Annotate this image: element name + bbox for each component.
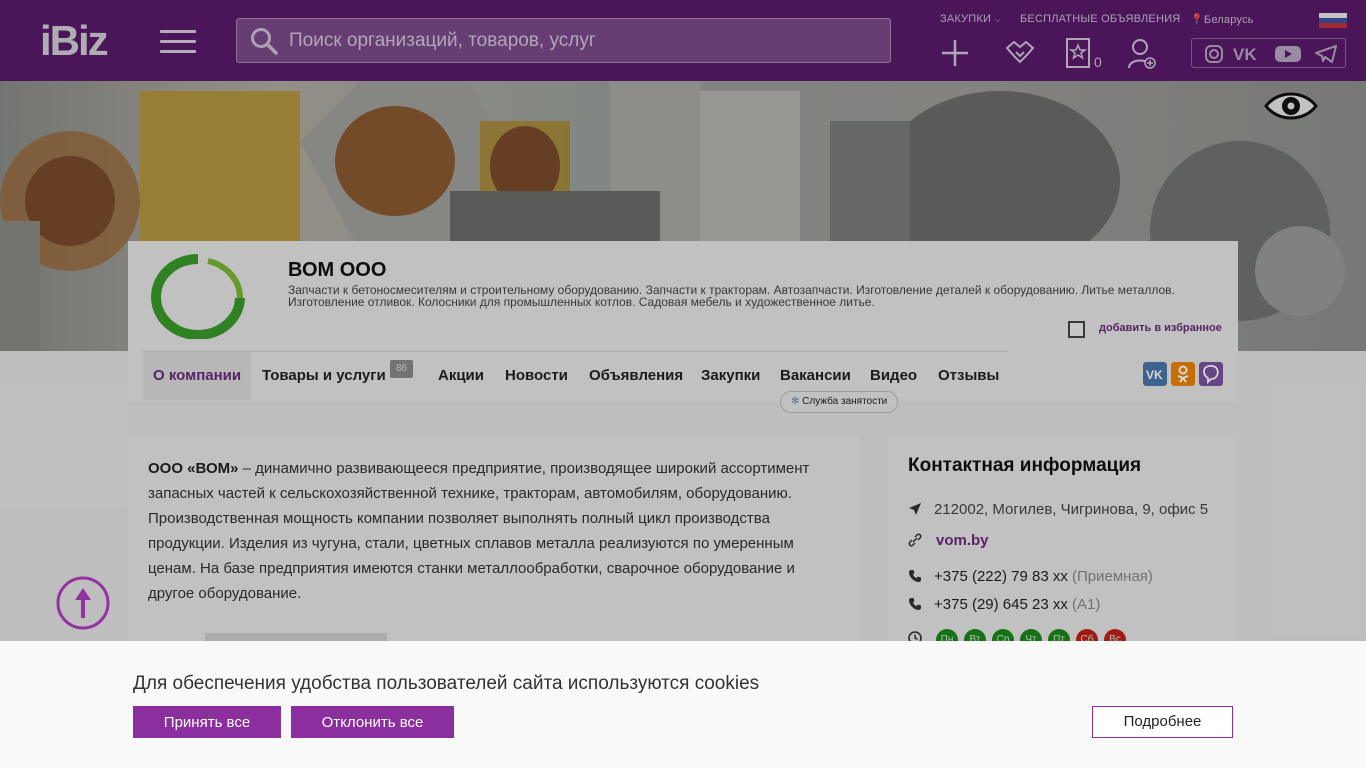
viber-share-icon[interactable] [1199, 362, 1223, 386]
youtube-icon[interactable] [1274, 44, 1302, 64]
phone-number-2[interactable]: +375 (29) 645 23 xx [934, 596, 1068, 613]
favorites-count: 0 [1094, 54, 1102, 70]
vk-share-icon[interactable]: VK [1143, 362, 1167, 386]
search-bar[interactable] [236, 18, 891, 63]
tab-ads[interactable]: Объявления [579, 352, 693, 400]
svg-text:VK: VK [1146, 368, 1163, 382]
menu-icon[interactable] [160, 30, 196, 54]
about-image [205, 633, 387, 641]
add-icon[interactable] [940, 38, 970, 68]
accept-all-button[interactable]: Принять все [133, 706, 281, 738]
location-arrow-icon [909, 503, 921, 515]
favorite-checkbox[interactable] [1068, 321, 1085, 338]
tab-reviews[interactable]: Отзывы [928, 352, 1009, 400]
company-logo [151, 254, 245, 339]
website-link[interactable]: vom.by [936, 532, 989, 549]
purchases-link[interactable]: ЗАКУПКИ ⌵ [940, 13, 1001, 25]
telegram-icon[interactable] [1314, 44, 1338, 64]
phone-note-1: (Приемная) [1072, 568, 1153, 585]
chevron-down-icon: ⌵ [994, 15, 1001, 24]
employment-service-pill[interactable]: ✻ Служба занятости [780, 391, 899, 413]
company-name: ВОМ ООО [288, 259, 387, 281]
link-icon [908, 533, 922, 547]
phone-icon [909, 570, 921, 582]
about-text: ООО «ВОМ» – динамично развивающееся пред… [148, 460, 810, 602]
free-ads-link[interactable]: БЕСПЛАТНЫЕ ОБЪЯВЛЕНИЯ [1020, 13, 1180, 25]
decline-all-button[interactable]: Отклонить все [291, 706, 454, 738]
site-logo[interactable]: iBiz [40, 18, 109, 64]
company-description: Запчасти к бетоносмесителям и строительн… [288, 283, 1175, 309]
about-company-name: ООО «ВОМ» [148, 460, 239, 477]
about-section: ООО «ВОМ» – динамично развивающееся пред… [128, 436, 858, 641]
phone-icon [909, 598, 921, 610]
contact-title: Контактная информация [908, 455, 1142, 476]
user-add-icon[interactable] [1127, 38, 1157, 70]
cookie-banner: Для обеспечения удобства пользователей с… [0, 641, 1366, 768]
eye-icon[interactable] [1263, 88, 1319, 124]
social-links: VK [1191, 38, 1346, 68]
phone-number-1[interactable]: +375 (222) 79 83 xx [934, 568, 1068, 585]
more-details-button[interactable]: Подробнее [1092, 706, 1233, 738]
handshake-icon[interactable] [1004, 38, 1036, 68]
tab-promotions[interactable]: Акции [428, 352, 494, 400]
cookie-message: Для обеспечения удобства пользователей с… [133, 673, 760, 694]
location-pin-icon: 📍 [1190, 14, 1204, 26]
region-selector[interactable]: 📍Беларусь [1190, 13, 1254, 26]
top-header: iBiz ЗАКУПКИ ⌵ БЕСПЛАТНЫЕ ОБЪЯВЛЕНИЯ 📍Бе… [0, 0, 1366, 81]
snowflake-icon: ✻ [791, 396, 800, 407]
search-input[interactable] [287, 19, 877, 62]
phone-note-2: (А1) [1072, 596, 1101, 613]
russian-flag-icon[interactable] [1319, 13, 1347, 28]
vk-icon[interactable]: VK [1232, 44, 1264, 64]
tab-news[interactable]: Новости [495, 352, 578, 400]
tab-about[interactable]: О компании [143, 352, 252, 400]
company-card: ВОМ ООО Запчасти к бетоносмесителям и ст… [128, 241, 1238, 413]
ok-share-icon[interactable] [1171, 362, 1195, 386]
search-icon[interactable] [250, 27, 278, 55]
instagram-icon[interactable] [1204, 44, 1224, 64]
svg-text:VK: VK [1233, 45, 1257, 64]
contact-section: Контактная информация 212002, Могилев, Ч… [888, 436, 1238, 651]
scroll-up-icon[interactable] [56, 576, 110, 630]
tab-products[interactable]: Товары и услуги [252, 352, 396, 400]
add-favorite-label[interactable]: добавить в избранное [1099, 322, 1222, 334]
products-count-badge: 86 [390, 360, 414, 378]
favorites-icon[interactable] [1066, 38, 1090, 68]
tab-purchases[interactable]: Закупки [691, 352, 770, 400]
address: 212002, Могилев, Чигринова, 9, офис 5 [934, 501, 1209, 518]
